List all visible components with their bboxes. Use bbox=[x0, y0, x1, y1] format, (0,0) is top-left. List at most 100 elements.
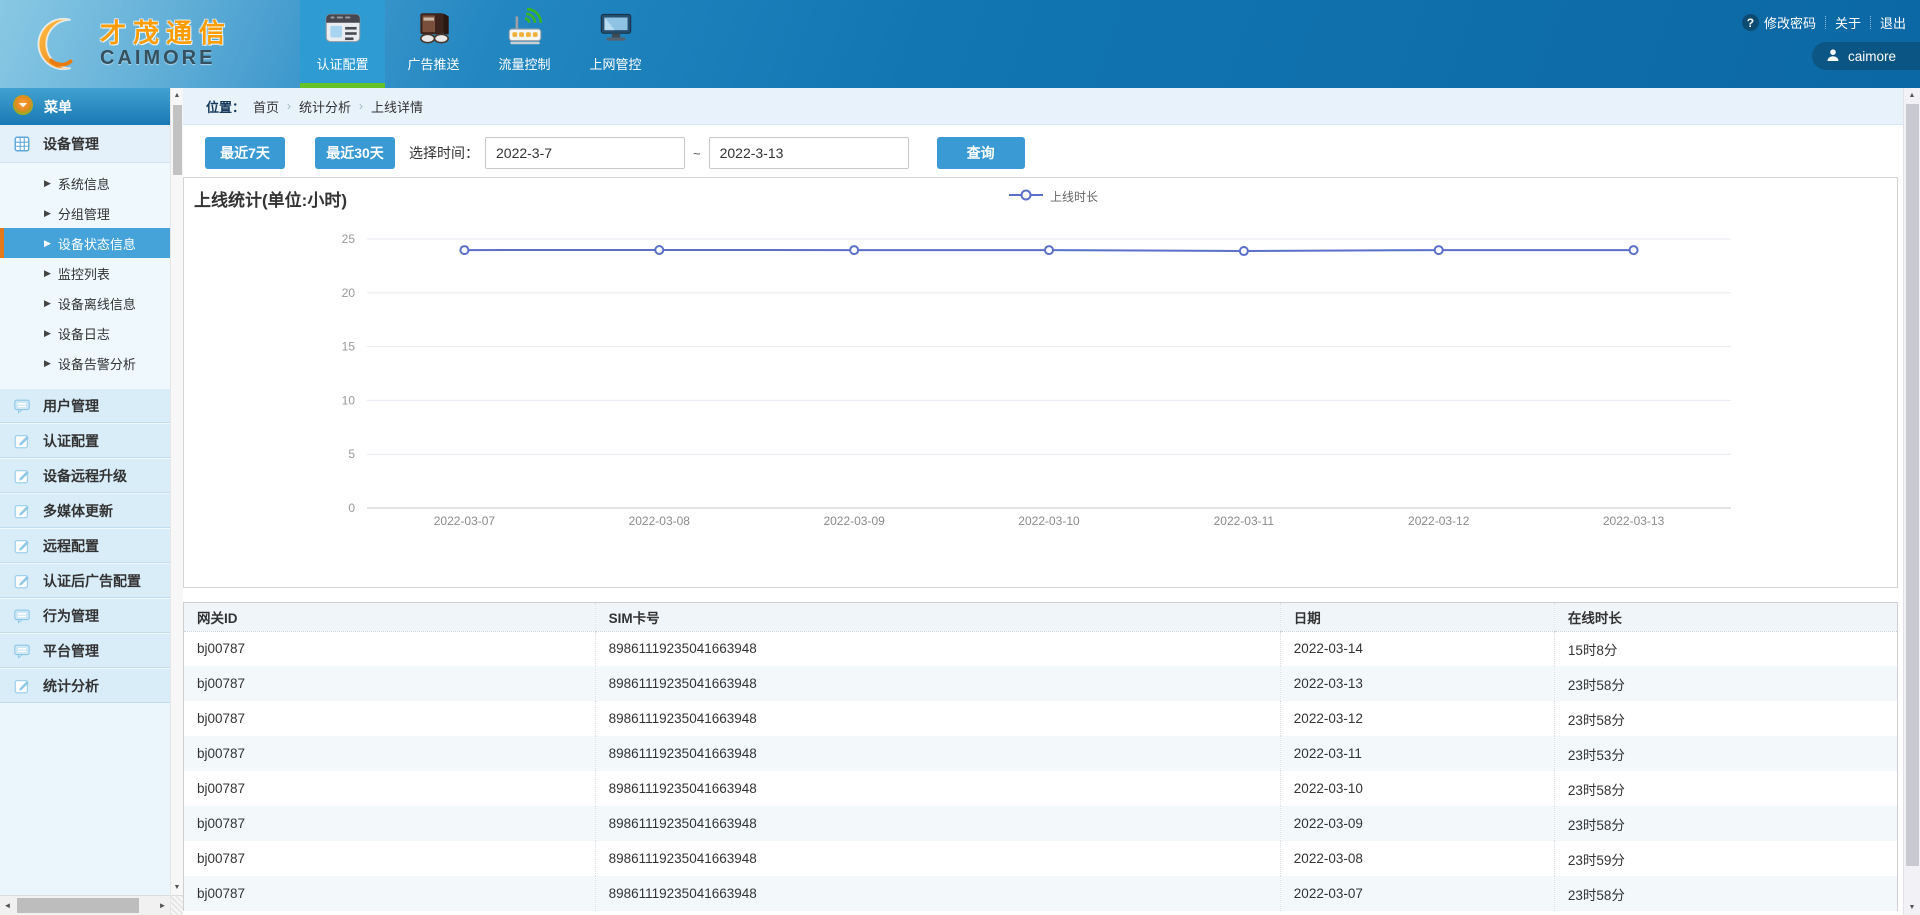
brand-subtitle: CAIMORE bbox=[100, 47, 232, 69]
scroll-down-button[interactable]: ▼ bbox=[171, 880, 183, 895]
sidebar-subitem-monitor-list[interactable]: ▶监控列表 bbox=[0, 258, 170, 288]
data-point[interactable] bbox=[1435, 246, 1443, 254]
main-content: 位置： 首页›统计分析›上线详情 最近7天 最近30天 选择时间： ~ 查询 上… bbox=[183, 88, 1903, 915]
query-button[interactable]: 查询 bbox=[937, 137, 1025, 169]
sidebar-subitem-device-status-info[interactable]: ▶设备状态信息 bbox=[0, 228, 170, 258]
online-duration-cell: 23时58分 bbox=[1554, 806, 1897, 841]
sidebar-subitem-device-offline-info[interactable]: ▶设备离线信息 bbox=[0, 288, 170, 318]
link-divider bbox=[1870, 16, 1871, 29]
sidebar-item-device-management[interactable]: 设备管理 bbox=[0, 125, 170, 163]
sidebar-subitem-system-info[interactable]: ▶系统信息 bbox=[0, 168, 170, 198]
online-duration-cell: 23时58分 bbox=[1554, 701, 1897, 736]
breadcrumb-prefix: 位置： bbox=[206, 97, 245, 116]
app-header: 才茂通信 CAIMORE 认证配置广告推送流量控制上网管控 ?修改密码关于退出 … bbox=[0, 0, 1920, 88]
gateway-id-cell: bj00787 bbox=[184, 736, 595, 771]
data-point[interactable] bbox=[1630, 246, 1638, 254]
sidebar-item-platform-management[interactable]: 平台管理 bbox=[0, 633, 170, 668]
sidebar-item-post-auth-ad-config[interactable]: 认证后广告配置 bbox=[0, 563, 170, 598]
sidebar-subitem-group-management[interactable]: ▶分组管理 bbox=[0, 198, 170, 228]
x-axis-tick: 2022-03-08 bbox=[629, 514, 691, 528]
column-header: 在线时长 bbox=[1554, 603, 1897, 631]
data-point[interactable] bbox=[850, 246, 858, 254]
start-date-input[interactable] bbox=[485, 137, 685, 169]
column-header: SIM卡号 bbox=[595, 603, 1280, 631]
date-cell: 2022-03-10 bbox=[1280, 771, 1554, 806]
horizontal-scrollbar-thumb[interactable] bbox=[17, 898, 139, 913]
sidebar-subitem-device-alarm-analysis[interactable]: ▶设备告警分析 bbox=[0, 348, 170, 378]
date-cell: 2022-03-12 bbox=[1280, 701, 1554, 736]
triangle-right-icon: ▶ bbox=[44, 328, 51, 339]
data-point[interactable] bbox=[1045, 246, 1053, 254]
chat-icon bbox=[13, 607, 31, 625]
online-duration-cell: 23时58分 bbox=[1554, 771, 1897, 806]
logout-link[interactable]: 退出 bbox=[1880, 13, 1906, 32]
traffic-control-icon bbox=[504, 7, 546, 49]
sidebar-item-auth-config[interactable]: 认证配置 bbox=[0, 423, 170, 458]
about-link-label: 关于 bbox=[1835, 13, 1861, 32]
online-duration-cell: 23时58分 bbox=[1554, 666, 1897, 701]
data-point[interactable] bbox=[1240, 247, 1248, 255]
chart-title: 上线统计(单位:小时) bbox=[194, 186, 347, 211]
range-separator: ~ bbox=[693, 146, 701, 161]
sidebar-menu-header[interactable]: 菜单 bbox=[0, 88, 170, 125]
y-axis-tick: 0 bbox=[348, 501, 355, 515]
y-axis-tick: 20 bbox=[342, 286, 356, 300]
change-password-link[interactable]: ?修改密码 bbox=[1742, 13, 1816, 32]
date-cell: 2022-03-14 bbox=[1280, 631, 1554, 666]
sidebar-item-device-remote-upgrade[interactable]: 设备远程升级 bbox=[0, 458, 170, 493]
menu-title: 菜单 bbox=[44, 97, 72, 117]
sidebar-item-device-management-submenu: ▶系统信息▶分组管理▶设备状态信息▶监控列表▶设备离线信息▶设备日志▶设备告警分… bbox=[0, 163, 170, 388]
sidebar-subitem-device-log[interactable]: ▶设备日志 bbox=[0, 318, 170, 348]
tab-ad-push[interactable]: 广告推送 bbox=[391, 0, 476, 88]
sidebar-item-multimedia-update[interactable]: 多媒体更新 bbox=[0, 493, 170, 528]
online-statistics-chart-panel: 上线统计(单位:小时) 上线时长 05101520252022-03-07202… bbox=[183, 177, 1898, 588]
tab-auth-config[interactable]: 认证配置 bbox=[300, 0, 385, 88]
tab-internet-control-label: 上网管控 bbox=[589, 54, 641, 73]
table-row: bj00787898611192350416639482022-03-1323时… bbox=[184, 666, 1897, 701]
triangle-right-icon: ▶ bbox=[44, 208, 51, 219]
page-scroll-down-button[interactable]: ▼ bbox=[1904, 900, 1920, 915]
scroll-right-button[interactable]: ► bbox=[155, 896, 170, 915]
brand-logo: 才茂通信 CAIMORE bbox=[0, 0, 300, 88]
y-axis-tick: 25 bbox=[342, 232, 356, 246]
sidebar-item-user-management[interactable]: 用户管理 bbox=[0, 388, 170, 423]
brand-title: 才茂通信 bbox=[100, 19, 232, 48]
link-divider bbox=[1825, 16, 1826, 29]
sidebar-item-behavior-management[interactable]: 行为管理 bbox=[0, 598, 170, 633]
end-date-input[interactable] bbox=[709, 137, 909, 169]
sidebar-item-statistics-analysis[interactable]: 统计分析 bbox=[0, 668, 170, 703]
date-cell: 2022-03-13 bbox=[1280, 666, 1554, 701]
edit-icon bbox=[13, 467, 31, 485]
sidebar-item-remote-config[interactable]: 远程配置 bbox=[0, 528, 170, 563]
sidebar-subitem-device-offline-info-label: 设备离线信息 bbox=[58, 294, 136, 313]
chart-legend[interactable]: 上线时长 bbox=[1009, 188, 1098, 205]
last-7-days-button[interactable]: 最近7天 bbox=[205, 137, 285, 169]
column-header: 网关ID bbox=[184, 603, 595, 631]
page-scrollbar-thumb[interactable] bbox=[1906, 104, 1919, 866]
about-link[interactable]: 关于 bbox=[1835, 13, 1861, 32]
user-pill[interactable]: caimore bbox=[1812, 42, 1920, 70]
line-chart: 05101520252022-03-072022-03-082022-03-09… bbox=[184, 178, 1897, 587]
tab-traffic-control[interactable]: 流量控制 bbox=[482, 0, 567, 88]
y-axis-tick: 15 bbox=[342, 340, 356, 354]
edit-icon bbox=[13, 572, 31, 590]
sim-card-cell: 89861119235041663948 bbox=[595, 666, 1280, 701]
table-header-row: 网关IDSIM卡号日期在线时长 bbox=[184, 603, 1897, 631]
data-point[interactable] bbox=[655, 246, 663, 254]
gateway-id-cell: bj00787 bbox=[184, 701, 595, 736]
edit-icon bbox=[13, 677, 31, 695]
scroll-left-button[interactable]: ◄ bbox=[0, 896, 15, 915]
breadcrumb-item[interactable]: 首页 bbox=[253, 97, 279, 116]
tab-internet-control[interactable]: 上网管控 bbox=[573, 0, 658, 88]
last-30-days-button[interactable]: 最近30天 bbox=[315, 137, 395, 169]
breadcrumb-item: 上线详情 bbox=[371, 97, 423, 116]
help-icon: ? bbox=[1742, 14, 1759, 31]
data-point[interactable] bbox=[460, 246, 468, 254]
triangle-right-icon: ▶ bbox=[44, 178, 51, 189]
gateway-id-cell: bj00787 bbox=[184, 841, 595, 876]
triangle-right-icon: ▶ bbox=[44, 268, 51, 279]
breadcrumb-item[interactable]: 统计分析 bbox=[299, 97, 351, 116]
page-scroll-up-button[interactable]: ▲ bbox=[1904, 88, 1920, 103]
vertical-scrollbar-thumb[interactable] bbox=[173, 105, 182, 175]
scroll-up-button[interactable]: ▲ bbox=[171, 88, 183, 103]
